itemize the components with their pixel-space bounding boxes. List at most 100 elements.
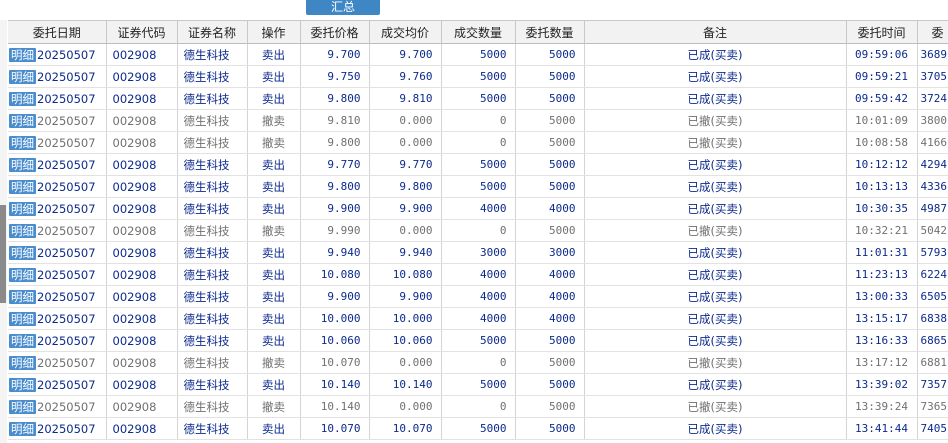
column-header[interactable]: 证券代码 (106, 20, 178, 44)
table-row[interactable]: 明细 20250507 002908 德生科技 撤卖 9.800 0.000 0 5000 已撤(… (8, 131, 948, 154)
note-cell: 已成(买卖) (584, 307, 847, 330)
security-code-cell: 002908 (106, 351, 178, 374)
table-row[interactable]: 明细 20250507 002908 德生科技 卖出 10.070 10.070 5000 50… (8, 417, 948, 440)
order-id-cell: 4294 (917, 153, 948, 176)
order-time-cell: 13:39:24 (846, 395, 918, 418)
order-id-cell: 5042 (917, 219, 948, 242)
order-id-cell: 3689 (917, 43, 948, 66)
column-header[interactable]: 操作 (247, 20, 301, 44)
operation-cell: 卖出 (247, 307, 301, 330)
column-header[interactable]: 证券名称 (177, 20, 248, 44)
detail-button[interactable]: 明细 (9, 179, 36, 194)
security-name-cell: 德生科技 (177, 241, 248, 264)
detail-button[interactable]: 明细 (9, 267, 36, 282)
detail-button[interactable]: 明细 (9, 377, 36, 392)
detail-button[interactable]: 明细 (9, 91, 36, 106)
column-header[interactable]: 委 (917, 20, 948, 44)
table-row[interactable]: 明细 20250507 002908 德生科技 卖出 10.080 10.080 4000 40… (8, 263, 948, 286)
order-date-cell: 明细 20250507 (8, 175, 107, 198)
order-id-cell: 6881 (917, 351, 948, 374)
avg-price-cell: 9.770 (369, 153, 442, 176)
column-header[interactable]: 委托时间 (846, 20, 918, 44)
note-cell: 已成(买卖) (584, 87, 847, 110)
order-qty-cell: 4000 (515, 307, 585, 330)
order-qty-cell: 5000 (515, 351, 585, 374)
table-row[interactable]: 明细 20250507 002908 德生科技 卖出 9.900 9.900 4000 4000… (8, 285, 948, 308)
operation-cell: 卖出 (247, 329, 301, 352)
table-row[interactable]: 明细 20250507 002908 德生科技 卖出 9.800 9.800 5000 5000… (8, 175, 948, 198)
order-date-cell: 明细 20250507 (8, 43, 107, 66)
order-date-cell: 明细 20250507 (8, 87, 107, 110)
detail-button[interactable]: 明细 (9, 157, 36, 172)
summary-button[interactable]: 汇总 (306, 0, 380, 15)
operation-cell: 撤卖 (247, 131, 301, 154)
column-header[interactable]: 备注 (584, 20, 847, 44)
table-row[interactable]: 明细 20250507 002908 德生科技 撤卖 9.810 0.000 0 5000 已撤(… (8, 109, 948, 132)
column-header[interactable]: 委托日期 (8, 20, 107, 44)
table-row[interactable]: 明细 20250507 002908 德生科技 卖出 9.900 9.900 4000 4000… (8, 197, 948, 220)
security-name-cell: 德生科技 (177, 175, 248, 198)
filled-qty-cell: 5000 (441, 153, 516, 176)
note-cell: 已成(买卖) (584, 153, 847, 176)
security-code-cell: 002908 (106, 395, 178, 418)
security-name-cell: 德生科技 (177, 395, 248, 418)
filled-qty-cell: 0 (441, 131, 516, 154)
table-row[interactable]: 明细 20250507 002908 德生科技 卖出 9.800 9.810 5000 5000… (8, 87, 948, 110)
table-row[interactable]: 明细 20250507 002908 德生科技 卖出 9.700 9.700 5000 5000… (8, 43, 948, 66)
detail-button[interactable]: 明细 (9, 135, 36, 150)
avg-price-cell: 9.900 (369, 197, 442, 220)
order-id-cell: 7405 (917, 417, 948, 440)
order-price-cell: 10.140 (300, 373, 370, 396)
table-row[interactable]: 明细 20250507 002908 德生科技 撤卖 9.990 0.000 0 5000 已撤(… (8, 219, 948, 242)
detail-button[interactable]: 明细 (9, 421, 36, 436)
order-id-cell: 4987 (917, 197, 948, 220)
order-price-cell: 10.080 (300, 263, 370, 286)
left-scroll-handle[interactable] (0, 205, 6, 303)
order-id-cell: 7365 (917, 395, 948, 418)
filled-qty-cell: 3000 (441, 241, 516, 264)
column-header[interactable]: 委托数量 (515, 20, 585, 44)
order-qty-cell: 5000 (515, 153, 585, 176)
table-row[interactable]: 明细 20250507 002908 德生科技 卖出 9.770 9.770 5000 5000… (8, 153, 948, 176)
operation-cell: 卖出 (247, 87, 301, 110)
security-code-cell: 002908 (106, 109, 178, 132)
detail-button[interactable]: 明细 (9, 399, 36, 414)
detail-button[interactable]: 明细 (9, 113, 36, 128)
order-time-cell: 09:59:42 (846, 87, 918, 110)
detail-button[interactable]: 明细 (9, 333, 36, 348)
table-row[interactable]: 明细 20250507 002908 德生科技 卖出 9.940 9.940 3000 3000… (8, 241, 948, 264)
note-cell: 已成(买卖) (584, 65, 847, 88)
column-header[interactable]: 成交均价 (369, 20, 442, 44)
column-header[interactable]: 成交数量 (441, 20, 516, 44)
security-code-cell: 002908 (106, 43, 178, 66)
filled-qty-cell: 5000 (441, 329, 516, 352)
order-date-text: 20250507 (37, 377, 96, 392)
order-price-cell: 9.800 (300, 175, 370, 198)
table-row[interactable]: 明细 20250507 002908 德生科技 卖出 10.140 10.140 5000 50… (8, 373, 948, 396)
detail-button[interactable]: 明细 (9, 289, 36, 304)
detail-button[interactable]: 明细 (9, 355, 36, 370)
order-date-text: 20250507 (37, 333, 96, 348)
filled-qty-cell: 5000 (441, 87, 516, 110)
column-header[interactable]: 委托价格 (300, 20, 370, 44)
operation-cell: 卖出 (247, 417, 301, 440)
detail-button[interactable]: 明细 (9, 201, 36, 216)
table-row[interactable]: 明细 20250507 002908 德生科技 卖出 10.060 10.060 5000 50… (8, 329, 948, 352)
table-row[interactable]: 明细 20250507 002908 德生科技 撤卖 10.140 0.000 0 5000 已撤… (8, 395, 948, 418)
order-time-cell: 10:13:13 (846, 175, 918, 198)
table-row[interactable]: 明细 20250507 002908 德生科技 卖出 10.000 10.000 4000 40… (8, 307, 948, 330)
security-code-cell: 002908 (106, 65, 178, 88)
table-row[interactable]: 明细 20250507 002908 德生科技 卖出 9.750 9.760 5000 5000… (8, 65, 948, 88)
detail-button[interactable]: 明细 (9, 69, 36, 84)
detail-button[interactable]: 明细 (9, 223, 36, 238)
order-date-cell: 明细 20250507 (8, 65, 107, 88)
detail-button[interactable]: 明细 (9, 47, 36, 62)
detail-button[interactable]: 明细 (9, 311, 36, 326)
security-name-cell: 德生科技 (177, 219, 248, 242)
detail-button[interactable]: 明细 (9, 245, 36, 260)
operation-cell: 卖出 (247, 373, 301, 396)
order-date-text: 20250507 (37, 289, 96, 304)
table-row[interactable]: 明细 20250507 002908 德生科技 撤卖 10.070 0.000 0 5000 已撤… (8, 351, 948, 374)
order-qty-cell: 4000 (515, 285, 585, 308)
order-date-cell: 明细 20250507 (8, 109, 107, 132)
